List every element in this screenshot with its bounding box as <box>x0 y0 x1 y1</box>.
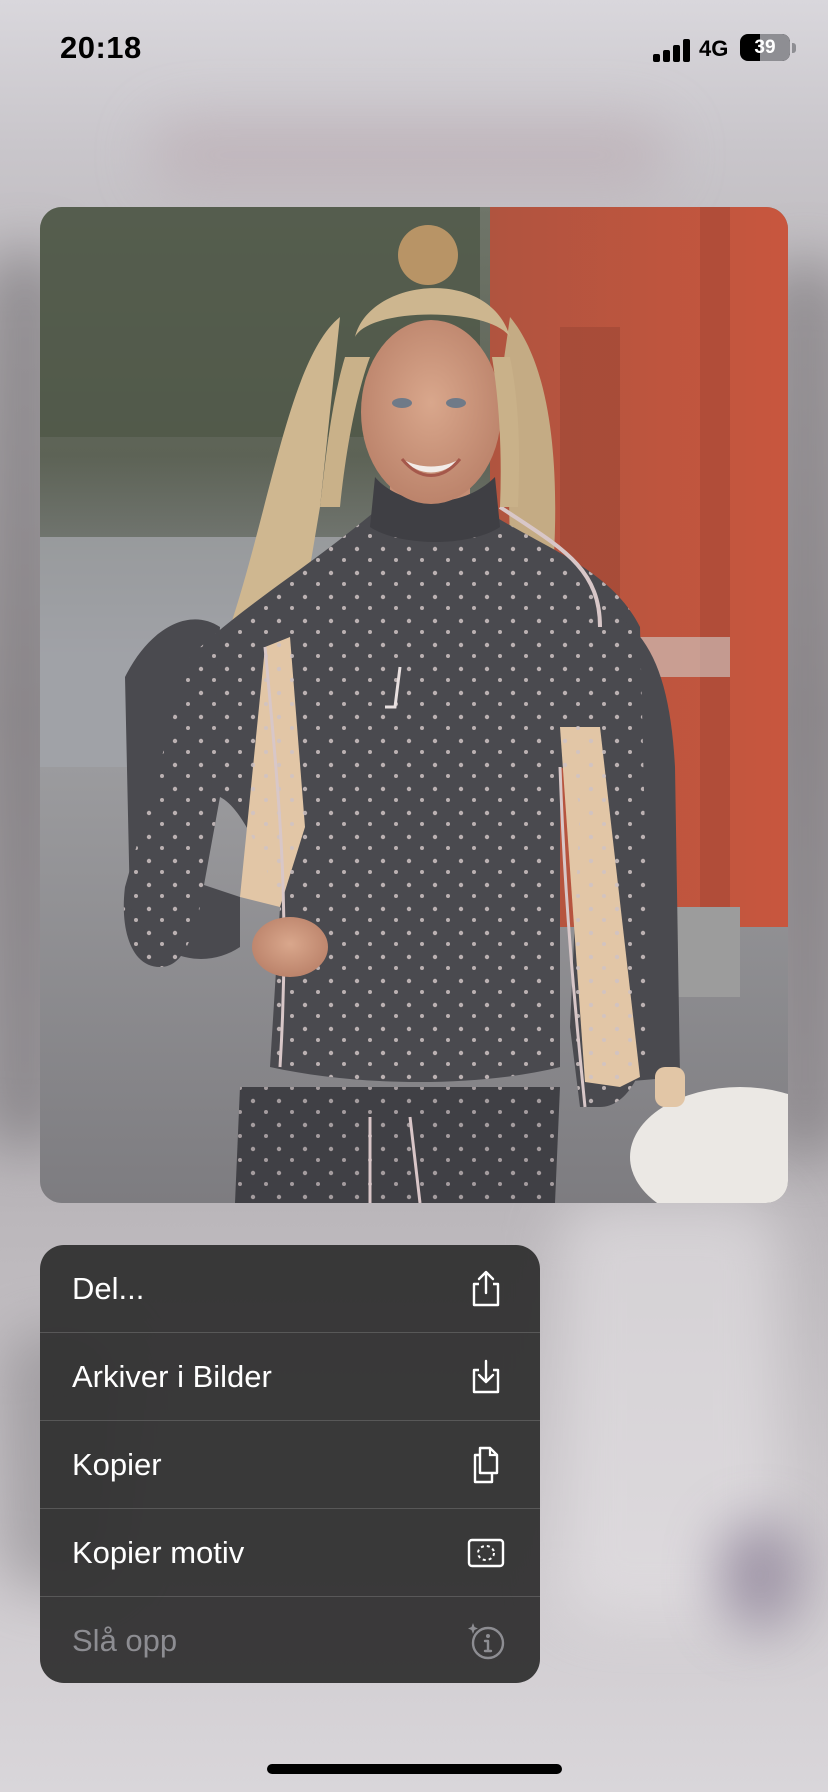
save-to-photos-icon <box>472 1359 500 1394</box>
menu-item-label: Slå opp <box>72 1623 178 1658</box>
network-type: 4G <box>699 36 729 61</box>
battery-level: 39 <box>754 37 776 58</box>
battery-tip <box>792 43 796 53</box>
copy-icon <box>473 1446 499 1484</box>
menu-item-label: Del... <box>72 1271 145 1306</box>
menu-item-label: Kopier motiv <box>72 1535 245 1570</box>
menu-item-label: Arkiver i Bilder <box>72 1359 272 1394</box>
context-menu: Del... Arkiver i Bilder Kopier Kopier mo… <box>40 1245 540 1683</box>
menu-item-share[interactable]: Del... <box>40 1245 540 1333</box>
menu-item-copy-subject[interactable]: Kopier motiv <box>40 1509 540 1597</box>
backdrop-blur <box>150 120 670 190</box>
home-indicator[interactable] <box>267 1764 562 1774</box>
backdrop-blur <box>720 1520 800 1630</box>
battery-icon: 39 <box>740 34 790 61</box>
menu-item-save-to-photos[interactable]: Arkiver i Bilder <box>40 1333 540 1421</box>
menu-item-copy[interactable]: Kopier <box>40 1421 540 1509</box>
status-time: 20:18 <box>60 30 142 65</box>
share-icon <box>472 1270 500 1307</box>
visual-lookup-icon <box>468 1623 505 1660</box>
menu-item-look-up[interactable]: Slå opp <box>40 1597 540 1683</box>
copy-subject-icon <box>467 1538 505 1568</box>
photo-preview[interactable] <box>40 207 788 1203</box>
cellular-signal-icon <box>653 38 693 62</box>
photo-image <box>40 207 788 1203</box>
status-bar: 20:18 4G 39 <box>0 0 828 100</box>
menu-item-label: Kopier <box>72 1447 162 1482</box>
